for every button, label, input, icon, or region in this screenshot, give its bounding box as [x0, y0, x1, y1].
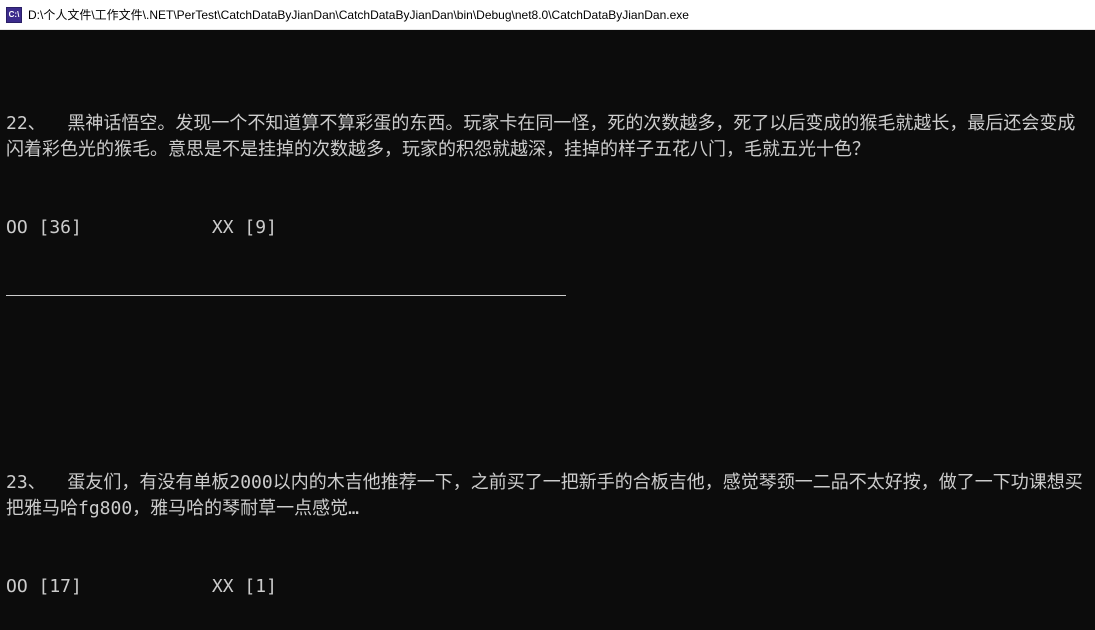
entry-index: 23、	[6, 472, 46, 493]
entry-text: 22、 黑神话悟空。发现一个不知道算不算彩蛋的东西。玩家卡在同一怪，死的次数越多…	[6, 111, 1089, 163]
entry-votes: OO [36] XX [9]	[6, 215, 1089, 241]
window-title: D:\个人文件\工作文件\.NET\PerTest\CatchDataByJia…	[28, 6, 689, 23]
app-icon: C:\	[6, 7, 22, 23]
vote-oo: OO [36]	[6, 217, 82, 238]
blank-gap	[6, 348, 1089, 392]
vote-oo: OO [17]	[6, 576, 82, 597]
entry-body: 黑神话悟空。发现一个不知道算不算彩蛋的东西。玩家卡在同一怪，死的次数越多，死了以…	[6, 113, 1075, 160]
window-titlebar[interactable]: C:\ D:\个人文件\工作文件\.NET\PerTest\CatchDataB…	[0, 0, 1095, 30]
entry-votes: OO [17] XX [1]	[6, 574, 1089, 600]
entry-text: 23、 蛋友们，有没有单板2000以内的木吉他推荐一下，之前买了一把新手的合板吉…	[6, 470, 1089, 522]
terminal-output[interactable]: 22、 黑神话悟空。发现一个不知道算不算彩蛋的东西。玩家卡在同一怪，死的次数越多…	[0, 30, 1095, 630]
entry-body: 蛋友们，有没有单板2000以内的木吉他推荐一下，之前买了一把新手的合板吉他，感觉…	[6, 472, 1083, 519]
divider	[6, 295, 566, 296]
vote-xx: XX [1]	[212, 576, 277, 597]
vote-xx: XX [9]	[212, 217, 277, 238]
entry-index: 22、	[6, 113, 46, 134]
